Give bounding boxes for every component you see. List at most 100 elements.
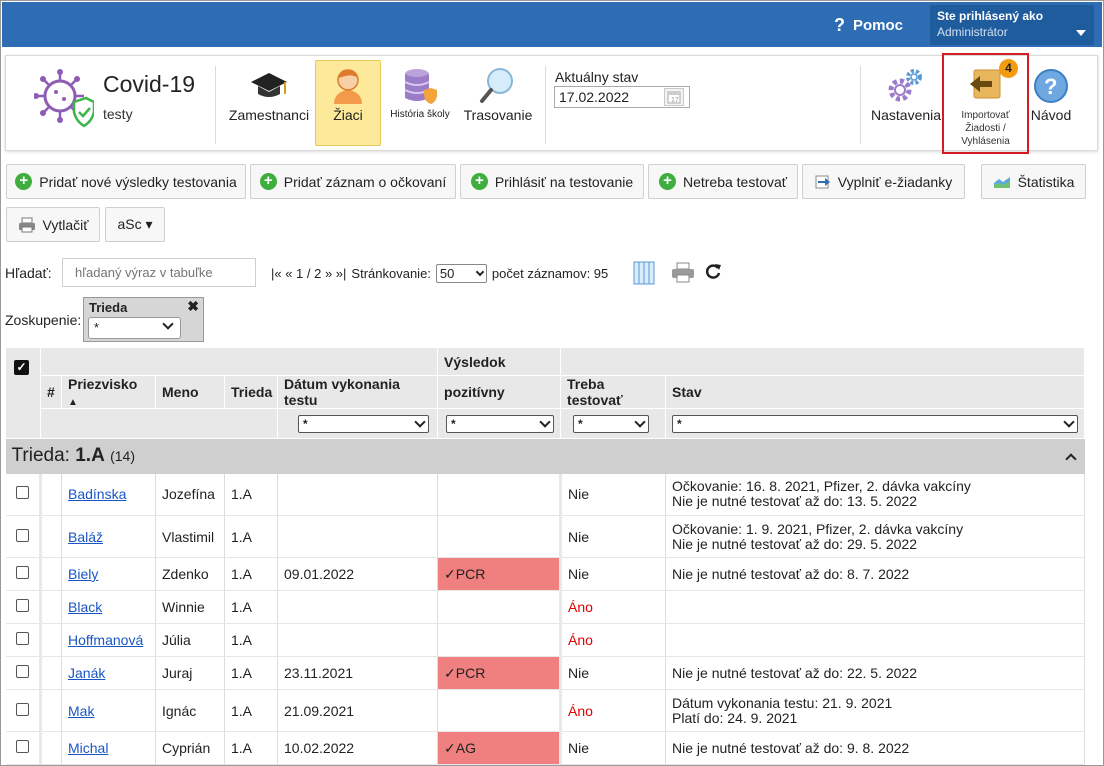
column-surname[interactable]: Priezvisko ▲ [61, 375, 156, 409]
plus-icon: + [658, 173, 676, 190]
user-menu[interactable]: Ste prihlásený ako Administrátor [930, 5, 1094, 45]
nav-trasovanie[interactable]: Trasovanie [460, 60, 536, 146]
help-label: Pomoc [853, 17, 904, 34]
student-link[interactable]: Hoffmanová [68, 632, 143, 648]
filter-value: * [451, 416, 456, 431]
header-spacer [560, 347, 1086, 376]
virus-logo-icon [34, 69, 94, 128]
column-date[interactable]: Dátum vykonania testu [276, 375, 439, 409]
chevron-down-icon [414, 415, 426, 428]
state-filter[interactable]: * [672, 414, 1079, 433]
date-filter[interactable]: * [298, 414, 430, 433]
group-row[interactable]: Trieda: 1.A (14) [5, 438, 1085, 474]
add-test-results-button[interactable]: + Pridať nové výsledky testovania [6, 164, 246, 199]
row-checkbox[interactable] [15, 740, 29, 753]
table-row[interactable]: Baláž Vlastimil 1.A Nie Očkovanie: 1. 9. 202… [5, 515, 1086, 558]
nav-navod[interactable]: ? Návod [1026, 60, 1076, 146]
group-count: (14) [110, 448, 135, 465]
column-class[interactable]: Trieda [224, 375, 278, 409]
chevron-down-icon [539, 415, 551, 428]
pager-nav[interactable]: |« « 1 / 2 » »| [271, 266, 346, 281]
calendar-icon[interactable]: 17 [664, 88, 684, 106]
app-title: Covid-19 [103, 71, 196, 97]
register-testing-button[interactable]: + Prihlásiť na testovanie [460, 164, 644, 199]
nav-historia-skoly[interactable]: História školy [386, 60, 454, 146]
row-checkbox[interactable] [15, 566, 29, 579]
class-cell: 1.A [224, 689, 278, 732]
date-cell: 10.02.2022 [277, 731, 439, 765]
column-need-test[interactable]: Treba testovať [560, 375, 667, 409]
magnifier-icon [480, 68, 513, 103]
surname-cell: Baláž [61, 515, 156, 558]
filter-cell: * [437, 408, 562, 439]
state-cell [665, 623, 1086, 657]
state-line: Platí do: 24. 9. 2021 [672, 709, 798, 726]
table-row[interactable]: Mak Ignác 1.A 21.09.2021 Áno Dátum vykonania … [5, 689, 1086, 732]
page-size-select[interactable]: 50 [435, 264, 487, 283]
add-vaccine-record-button[interactable]: + Pridať záznam o očkovaní [250, 164, 456, 199]
table-row[interactable]: Badínska Jozefína 1.A Nie Očkovanie: 16. 8. … [5, 473, 1086, 516]
select-all-checkbox[interactable]: ✓ [14, 360, 29, 375]
state-cell: Nie je nutné testovať až do: 22. 5. 2022 [665, 656, 1086, 690]
student-link[interactable]: Black [68, 599, 102, 615]
column-result[interactable]: pozitívny [437, 375, 562, 409]
student-link[interactable]: Badínska [68, 486, 126, 502]
row-checkbox[interactable] [15, 665, 29, 678]
student-link[interactable]: Biely [68, 566, 98, 582]
table-row[interactable]: Michal Cyprián 1.A 10.02.2022 ✓AG Nie Nie je n… [5, 731, 1086, 765]
row-checkbox[interactable] [15, 632, 29, 645]
record-count: počet záznamov: 95 [491, 266, 609, 281]
name-cell: Winnie [155, 590, 225, 624]
refresh-icon[interactable] [704, 262, 722, 280]
gear-icon [888, 69, 922, 102]
printer-icon[interactable] [671, 262, 695, 284]
name-cell: Jozefína [155, 473, 225, 516]
import-requests-button[interactable]: 4 Importovať Žiadosti / Vyhlásenia [942, 53, 1029, 154]
columns-icon[interactable] [633, 261, 655, 285]
surname-cell: Biely [61, 557, 156, 591]
result-cell: ✓PCR [437, 656, 563, 690]
nav-ziaci[interactable]: Žiaci [315, 60, 381, 146]
student-link[interactable]: Michal [68, 740, 108, 756]
statistics-button[interactable]: Štatistika [981, 164, 1086, 199]
print-button[interactable]: Vytlačiť [6, 207, 100, 242]
student-link[interactable]: Mak [68, 703, 94, 719]
need-test-filter[interactable]: * [573, 414, 650, 433]
student-link[interactable]: Janák [68, 665, 105, 681]
row-checkbox[interactable] [15, 486, 29, 500]
asc-menu-button[interactable]: aSc ▾ [105, 207, 165, 242]
close-icon[interactable]: ✖ [187, 298, 199, 315]
button-label: Vyplniť e-žiadanky [837, 173, 953, 190]
grouping-select[interactable]: * [88, 317, 181, 339]
chevron-down-icon [1076, 30, 1086, 36]
result-cell [437, 473, 563, 516]
nav-nastavenia[interactable]: Nastavenia [870, 60, 941, 146]
button-label: aSc ▾ [117, 216, 153, 232]
student-link[interactable]: Baláž [68, 529, 103, 545]
surname-cell: Hoffmanová [61, 623, 156, 657]
result-filter[interactable]: * [446, 414, 555, 433]
row-number [40, 731, 62, 765]
surname-cell: Janák [61, 656, 156, 690]
table-row[interactable]: Janák Juraj 1.A 23.11.2021 ✓PCR Nie Nie je nut… [5, 656, 1086, 690]
row-number [40, 623, 62, 657]
app-window: ? Pomoc Ste prihlásený ako Administrátor… [0, 0, 1104, 766]
row-checkbox[interactable] [15, 599, 29, 612]
table-row[interactable]: Hoffmanová Júlia 1.A Áno [5, 623, 1086, 657]
need-test-cell: Nie [560, 557, 667, 591]
column-name[interactable]: Meno [155, 375, 225, 409]
row-number [40, 689, 62, 732]
fill-e-request-button[interactable]: Vyplniť e-žiadanky [802, 164, 965, 199]
search-input[interactable] [62, 258, 256, 287]
chevron-up-icon[interactable] [1064, 453, 1077, 465]
no-test-needed-button[interactable]: + Netreba testovať [648, 164, 798, 199]
column-number[interactable]: # [40, 375, 62, 409]
column-state[interactable]: Stav [665, 375, 1086, 409]
table-row[interactable]: Black Winnie 1.A Áno [5, 590, 1086, 624]
nav-zamestnanci[interactable]: Zamestnanci [227, 60, 311, 146]
row-checkbox[interactable] [15, 528, 29, 542]
table-row[interactable]: Biely Zdenko 1.A 09.01.2022 ✓PCR Nie Nie je nu… [5, 557, 1086, 591]
help-button[interactable]: ? Pomoc [834, 15, 903, 36]
page-size-value: 50 [439, 266, 455, 281]
row-checkbox[interactable] [15, 702, 29, 716]
